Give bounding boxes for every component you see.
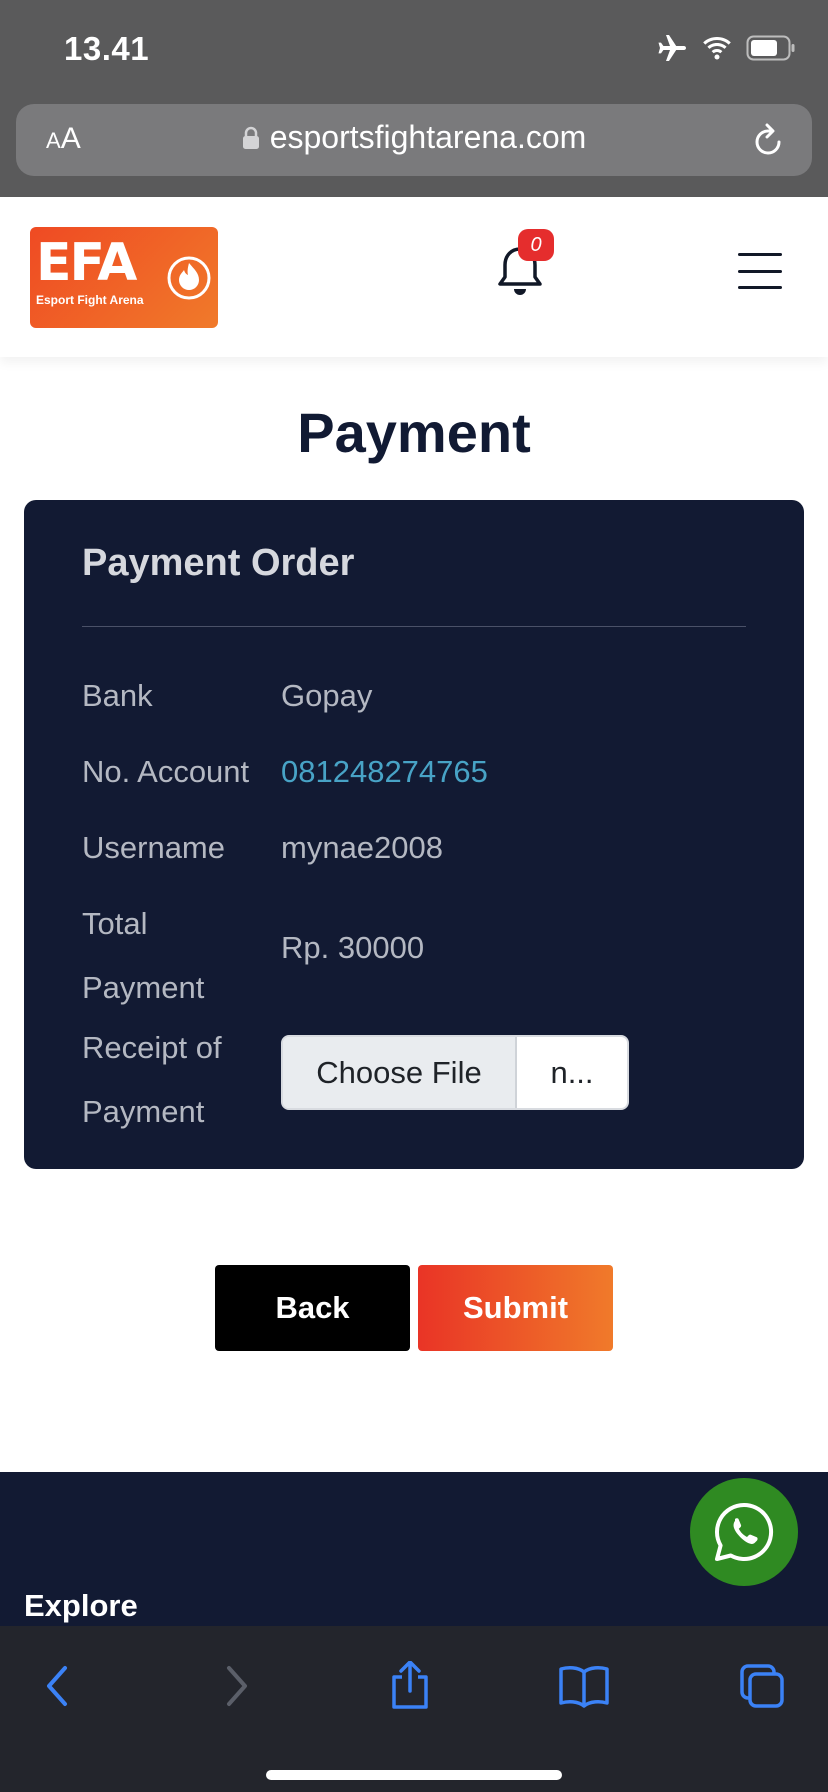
submit-button[interactable]: Submit	[418, 1265, 613, 1351]
payment-order-card: Payment Order Bank Gopay No. Account 081…	[24, 500, 804, 1169]
bank-label: Bank	[82, 678, 153, 713]
address-bar[interactable]: AA esportsfightarena.com	[16, 104, 812, 176]
notifications-button[interactable]: 0	[494, 229, 554, 299]
browser-chrome: 13.41 AA esportsfightarena.com	[0, 0, 828, 197]
notification-badge: 0	[518, 229, 554, 261]
bank-value: Gopay	[281, 678, 373, 713]
site-header: EFA Esport Fight Arena 0	[0, 197, 828, 357]
username-label: Username	[82, 830, 225, 865]
menu-line	[738, 253, 782, 256]
forward-icon[interactable]	[206, 1656, 266, 1716]
whatsapp-button[interactable]	[690, 1478, 798, 1586]
url-text: esportsfightarena.com	[269, 119, 587, 155]
receipt-file-input[interactable]: Choose File n...	[281, 1035, 629, 1110]
hamburger-menu-button[interactable]	[738, 251, 782, 291]
whatsapp-icon	[715, 1502, 774, 1561]
total-payment-label: Total Payment	[82, 906, 205, 1005]
battery-icon	[746, 35, 795, 61]
menu-line	[738, 286, 782, 289]
account-label: No. Account	[82, 754, 250, 789]
home-indicator	[266, 1770, 562, 1780]
explore-heading: Explore	[24, 1588, 138, 1623]
reload-icon[interactable]	[750, 120, 786, 160]
card-title: Payment Order	[82, 542, 355, 584]
back-icon[interactable]	[28, 1656, 88, 1716]
wifi-icon	[703, 37, 731, 60]
account-number-link[interactable]: 081248274765	[281, 740, 488, 804]
file-name-text: n...	[550, 1054, 594, 1090]
page-title: Payment	[297, 401, 531, 464]
total-payment-value: Rp. 30000	[281, 930, 425, 965]
divider	[82, 626, 746, 627]
status-icons	[656, 34, 796, 62]
menu-line	[738, 269, 782, 273]
bookmarks-icon[interactable]	[554, 1656, 614, 1716]
back-button[interactable]: Back	[215, 1265, 410, 1351]
flame-icon	[167, 256, 211, 300]
tabs-icon[interactable]	[732, 1656, 792, 1716]
status-time: 13.41	[64, 30, 150, 67]
lock-icon	[242, 126, 259, 149]
choose-file-button[interactable]: Choose File	[283, 1037, 517, 1108]
receipt-label: Receipt of Payment	[82, 1030, 222, 1129]
username-value: mynae2008	[281, 830, 444, 865]
airplane-icon	[658, 35, 686, 61]
share-icon[interactable]	[380, 1656, 440, 1716]
browser-toolbar	[0, 1626, 828, 1792]
efa-logo[interactable]: EFA Esport Fight Arena	[30, 227, 218, 328]
